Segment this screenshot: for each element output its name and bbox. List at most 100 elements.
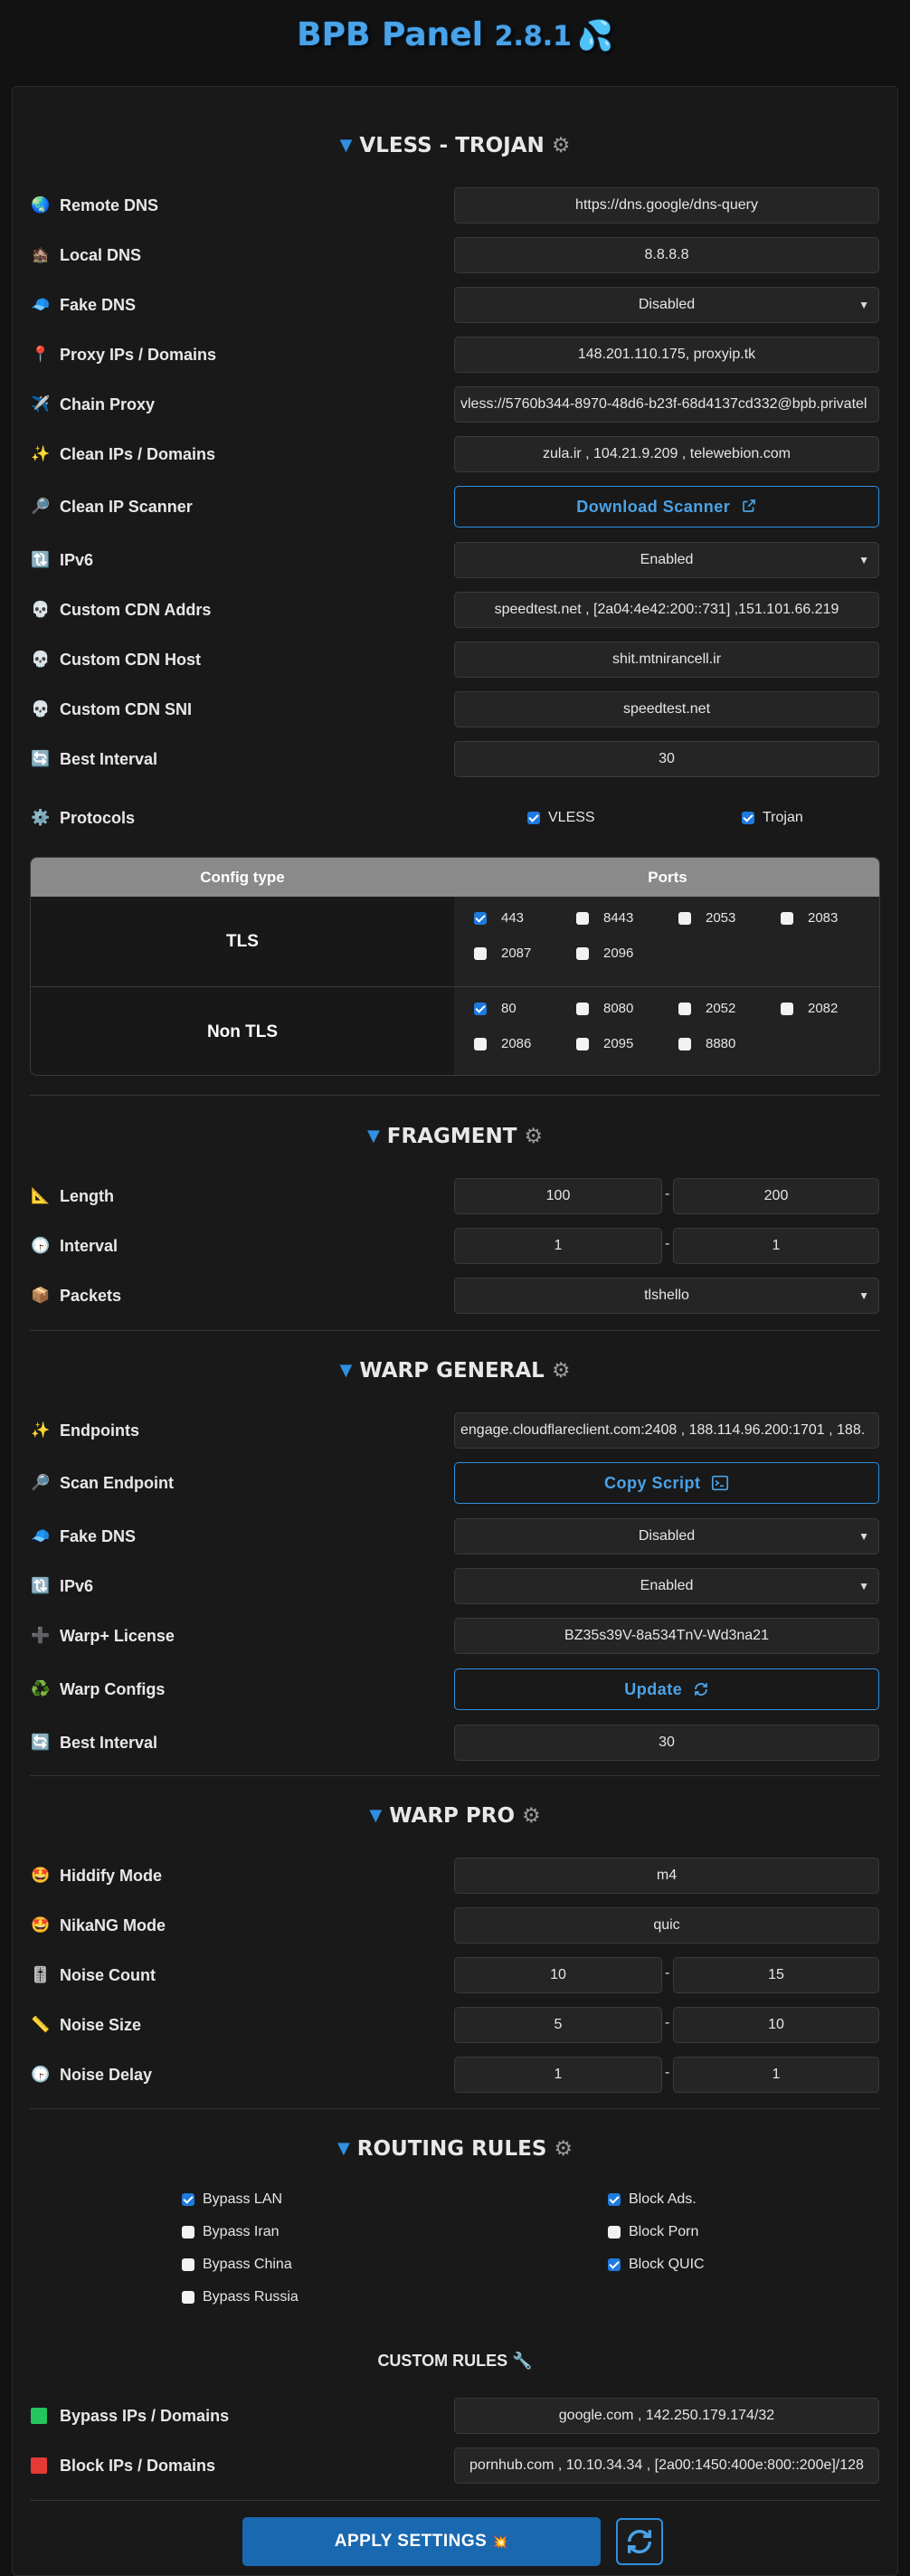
row-label-non-tls: Non TLS: [206, 1022, 279, 1041]
bypass-russia-checkbox[interactable]: Bypass Russia: [182, 2289, 299, 2305]
section-header-warp-pro[interactable]: ▼ WARP PRO ⚙: [0, 1804, 910, 1828]
plus-icon: ➕: [31, 1627, 51, 1645]
interval-max-input[interactable]: 1: [673, 1228, 879, 1264]
non-tls-ports: 80 8080 2052 2082 2086 2095 8880: [454, 987, 879, 1075]
refresh-button[interactable]: [616, 2518, 663, 2565]
port-2095[interactable]: 2095: [576, 1036, 633, 1051]
copy-script-button[interactable]: Copy Script: [454, 1462, 879, 1504]
port-8880[interactable]: 8880: [678, 1036, 735, 1051]
cap-icon: 🧢: [31, 296, 51, 314]
checkbox-icon[interactable]: [527, 812, 540, 824]
port-2086[interactable]: 2086: [474, 1036, 531, 1051]
chain-proxy-input[interactable]: vless://5760b344-8970-48d6-b23f-68d4137c…: [454, 386, 879, 423]
cap-icon: 🧢: [31, 1527, 51, 1545]
version-text: 2.8.1: [494, 21, 573, 52]
fake-dns-select[interactable]: Disabled ▼: [454, 287, 879, 323]
length-min-input[interactable]: 100: [454, 1178, 662, 1214]
section-divider: [30, 2108, 880, 2109]
packets-select[interactable]: tlshello ▼: [454, 1278, 879, 1314]
checkbox-icon[interactable]: [742, 812, 754, 824]
refresh-icon: [627, 2530, 652, 2553]
endpoints-label: ✨ Endpoints: [31, 1421, 139, 1440]
cdn-addrs-input[interactable]: speedtest.net , [2a04:4e42:200::731] ,15…: [454, 592, 879, 628]
port-443[interactable]: 443: [474, 910, 524, 926]
interval-label: 🕞 Interval: [31, 1236, 118, 1256]
bypass-china-checkbox[interactable]: Bypass China: [182, 2257, 292, 2273]
chevron-down-icon: ▼: [858, 554, 869, 566]
remote-dns-input[interactable]: https://dns.google/dns-query: [454, 187, 879, 223]
update-warp-configs-button[interactable]: Update: [454, 1668, 879, 1710]
section-header-vless[interactable]: ▼ VLESS - TROJAN ⚙: [0, 134, 910, 157]
nikang-input[interactable]: quic: [454, 1907, 879, 1944]
noise-size-max-input[interactable]: 10: [673, 2007, 879, 2043]
port-2087[interactable]: 2087: [474, 946, 531, 961]
bypass-lan-checkbox[interactable]: Bypass LAN: [182, 2191, 282, 2208]
protocol-trojan-checkbox[interactable]: Trojan: [742, 810, 803, 826]
refresh-small-icon: 🔄: [31, 750, 51, 768]
title-text: BPB Panel: [297, 16, 484, 53]
block-ads-checkbox[interactable]: Block Ads.: [608, 2191, 697, 2208]
noise-delay-min-input[interactable]: 1: [454, 2057, 662, 2093]
section-header-fragment[interactable]: ▼ FRAGMENT ⚙: [0, 1125, 910, 1148]
proxy-ips-input[interactable]: 148.201.110.175, proxyip.tk: [454, 337, 879, 373]
clean-ips-label: ✨ Clean IPs / Domains: [31, 444, 216, 464]
best-interval-input[interactable]: 30: [454, 741, 879, 777]
red-square-icon: [31, 2457, 47, 2474]
section-header-warp-general[interactable]: ▼ WARP GENERAL ⚙: [0, 1359, 910, 1383]
section-title: VLESS - TROJAN: [359, 134, 545, 157]
block-porn-checkbox[interactable]: Block Porn: [608, 2224, 698, 2240]
external-link-icon: [742, 499, 755, 512]
warp-fake-dns-select[interactable]: Disabled ▼: [454, 1518, 879, 1554]
protocol-vless-checkbox[interactable]: VLESS: [527, 810, 595, 826]
warp-ipv6-select[interactable]: Enabled ▼: [454, 1568, 879, 1604]
noise-size-min-input[interactable]: 5: [454, 2007, 662, 2043]
section-divider: [30, 1330, 880, 1331]
port-8443[interactable]: 8443: [576, 910, 633, 926]
triangle-down-icon: ▼: [339, 1361, 353, 1380]
bypass-ips-input[interactable]: google.com , 142.250.179.174/32: [454, 2398, 879, 2434]
skull-icon: 💀: [31, 700, 51, 718]
interval-min-input[interactable]: 1: [454, 1228, 662, 1264]
house-icon: 🏚️: [31, 246, 51, 264]
port-2053[interactable]: 2053: [678, 910, 735, 926]
bypass-iran-checkbox[interactable]: Bypass Iran: [182, 2224, 279, 2240]
noise-delay-max-input[interactable]: 1: [673, 2057, 879, 2093]
gear-icon: ⚙: [551, 1359, 571, 1383]
port-2052[interactable]: 2052: [678, 1001, 735, 1016]
port-2082[interactable]: 2082: [781, 1001, 838, 1016]
terminal-icon: [712, 1475, 729, 1491]
ports-table: Config type Ports TLS 443 8443 2053 2083…: [30, 857, 880, 1076]
block-quic-checkbox[interactable]: Block QUIC: [608, 2257, 705, 2273]
port-80[interactable]: 80: [474, 1001, 517, 1016]
section-header-routing[interactable]: ▼ ROUTING RULES ⚙: [0, 2137, 910, 2161]
block-ips-input[interactable]: pornhub.com , 10.10.34.34 , [2a00:1450:4…: [454, 2448, 879, 2484]
cdn-sni-input[interactable]: speedtest.net: [454, 691, 879, 727]
port-2083[interactable]: 2083: [781, 910, 838, 926]
hiddify-input[interactable]: m4: [454, 1858, 879, 1894]
skull-icon: 💀: [31, 601, 51, 619]
arrows-icon: 🔃: [31, 551, 51, 569]
warp-license-input[interactable]: BZ35s39V-8a534TnV-Wd3na21: [454, 1618, 879, 1654]
chevron-down-icon: ▼: [858, 1530, 869, 1543]
download-scanner-button[interactable]: Download Scanner: [454, 486, 879, 528]
custom-rules-header: CUSTOM RULES 🔧: [377, 2352, 533, 2371]
warp-best-interval-input[interactable]: 30: [454, 1725, 879, 1761]
ipv6-select[interactable]: Enabled ▼: [454, 542, 879, 578]
apply-settings-button[interactable]: APPLY SETTINGS 💥: [242, 2517, 601, 2566]
warp-configs-label: ♻️ Warp Configs: [31, 1679, 166, 1699]
cdn-host-input[interactable]: shit.mtnirancell.ir: [454, 642, 879, 678]
globe-icon: 🌏: [31, 196, 51, 214]
port-8080[interactable]: 8080: [576, 1001, 633, 1016]
noise-count-min-input[interactable]: 10: [454, 1957, 662, 1993]
endpoints-input[interactable]: engage.cloudflareclient.com:2408 , 188.1…: [454, 1412, 879, 1449]
packets-label: 📦 Packets: [31, 1286, 122, 1306]
noise-count-max-input[interactable]: 15: [673, 1957, 879, 1993]
clean-ips-input[interactable]: zula.ir , 104.21.9.209 , telewebion.com: [454, 436, 879, 472]
noise-size-label: 📏 Noise Size: [31, 2015, 142, 2035]
range-dash: -: [665, 2065, 670, 2080]
length-max-input[interactable]: 200: [673, 1178, 879, 1214]
column-header-ports: Ports: [648, 869, 687, 886]
port-2096[interactable]: 2096: [576, 946, 633, 961]
section-divider: [30, 1095, 880, 1096]
local-dns-input[interactable]: 8.8.8.8: [454, 237, 879, 273]
